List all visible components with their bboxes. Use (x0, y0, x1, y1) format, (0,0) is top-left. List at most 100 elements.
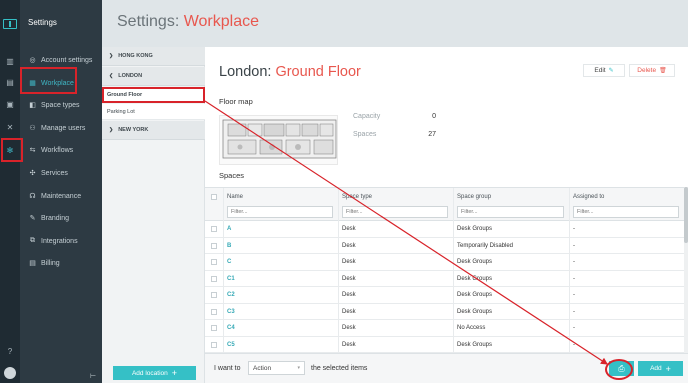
row-checkbox[interactable] (211, 242, 217, 249)
cell-assigned-to: - (573, 242, 575, 249)
bulk-action-suffix: the selected items (311, 365, 368, 372)
cell-space-group: Desk Groups (457, 275, 493, 282)
menu-item-manage-users[interactable]: ⚇ Manage users (28, 121, 102, 135)
menu-item-label: Manage users (41, 124, 86, 132)
row-checkbox[interactable] (211, 275, 217, 282)
delete-label: Delete (637, 67, 657, 74)
row-checkbox[interactable] (211, 341, 217, 348)
column-header-space-type[interactable]: Space type (342, 194, 372, 200)
delete-button[interactable]: Delete 🗑 (629, 64, 675, 77)
table-row[interactable]: C5 Desk Desk Groups - (205, 336, 688, 353)
table-row[interactable]: C3 Desk Desk Groups - (205, 303, 688, 320)
filter-space-group-input[interactable] (457, 206, 564, 218)
row-checkbox[interactable] (211, 259, 217, 265)
annotation-box-gear (1, 138, 23, 162)
table-row[interactable]: B Desk Temporarily Disabled - (205, 237, 688, 254)
menu-item-integrations[interactable]: ⧉ Integrations (28, 234, 102, 248)
scrollbar-thumb[interactable] (684, 187, 688, 243)
services-icon: ✣ (29, 170, 36, 177)
column-header-space-group[interactable]: Space group (457, 194, 491, 200)
menu-item-account-settings[interactable]: ◎ Account settings (28, 53, 102, 67)
annotation-box-ground-floor (102, 87, 205, 103)
table-row[interactable]: A Desk Desk Groups - (205, 221, 688, 238)
cell-name[interactable]: B (227, 243, 231, 249)
table-row[interactable]: C Desk Desk Groups - (205, 254, 688, 271)
action-select-value: Action (253, 364, 272, 372)
filter-space-type-input[interactable] (342, 206, 448, 218)
menu-item-workflows[interactable]: ⇆ Workflows (28, 143, 102, 157)
column-header-name[interactable]: Name (227, 194, 243, 200)
cell-name[interactable]: C1 (227, 276, 235, 282)
location-group-new-york[interactable]: ❯ NEW YORK (102, 121, 205, 140)
cell-name[interactable]: C4 (227, 325, 235, 331)
tools-icon[interactable]: ✕ (5, 123, 15, 133)
avatar[interactable] (4, 367, 16, 379)
edit-label: Edit (594, 67, 606, 74)
row-checkbox[interactable] (211, 226, 217, 232)
menu-item-label: Workflows (41, 146, 74, 154)
headset-icon: ☊ (29, 193, 36, 200)
bulk-action-prefix: I want to (214, 365, 241, 372)
location-group-label: NEW YORK (118, 127, 149, 133)
trash-icon: 🗑 (659, 68, 667, 74)
menu-item-label: Space types (41, 101, 80, 109)
table-scrollbar[interactable] (684, 187, 688, 353)
add-location-button[interactable]: Add location + (113, 366, 196, 380)
location-group-hong-kong[interactable]: ❯ HONG KONG (102, 47, 205, 66)
location-item-label: Parking Lot (107, 108, 135, 115)
billing-icon: ▤ (29, 260, 36, 267)
menu-item-label: Maintenance (41, 192, 82, 200)
floor-map-image[interactable] (219, 115, 338, 165)
page-title: Settings: Workplace (117, 13, 259, 31)
collapse-sidebar-icon[interactable]: ⊢ (90, 372, 96, 380)
cell-space-type: Desk (342, 325, 356, 331)
filter-name-input[interactable] (227, 206, 333, 218)
cell-space-type: Desk (342, 226, 356, 232)
column-divider (223, 188, 224, 354)
annotation-circle-print (605, 359, 633, 380)
help-icon[interactable]: ? (5, 347, 15, 357)
spaces-count-label: Spaces (353, 131, 377, 138)
row-checkbox[interactable] (211, 325, 217, 331)
spaces-table: Name Space type Space group Assigned to … (205, 187, 688, 354)
cell-space-group: Desk Groups (457, 226, 493, 232)
cell-assigned-to: - (573, 275, 575, 282)
floor-detail: London: Ground Floor Edit ✎ Delete 🗑 Floor… (205, 47, 688, 383)
location-group-label: HONG KONG (118, 53, 153, 59)
cell-space-group: Desk Groups (457, 259, 493, 265)
plus-icon: + (665, 363, 671, 374)
edit-button[interactable]: Edit ✎ (583, 64, 625, 77)
action-select[interactable]: Action ▾ (248, 361, 305, 375)
menu-item-branding[interactable]: ✎ Branding (28, 211, 102, 225)
location-group-london[interactable]: ❮ LONDON (102, 67, 205, 86)
cell-name[interactable]: C3 (227, 309, 235, 315)
cell-space-type: Desk (342, 242, 356, 249)
table-row[interactable]: C4 Desk No Access - (205, 320, 688, 337)
book-icon[interactable]: ▣ (5, 100, 15, 110)
menu-item-label: Account settings (41, 56, 93, 64)
location-item-parking-lot[interactable]: Parking Lot (102, 104, 205, 120)
row-checkbox[interactable] (211, 292, 217, 298)
table-row[interactable]: C1 Desk Desk Groups - (205, 270, 688, 287)
menu-item-maintenance[interactable]: ☊ Maintenance (28, 189, 102, 203)
workflow-icon: ⇆ (29, 147, 36, 154)
row-checkbox[interactable] (211, 308, 217, 315)
filter-assigned-to-input[interactable] (573, 206, 679, 218)
menu-item-services[interactable]: ✣ Services (28, 166, 102, 180)
building-icon[interactable]: ▥ (5, 57, 15, 67)
users-icon: ⚇ (29, 125, 36, 132)
select-all-checkbox[interactable] (211, 194, 217, 200)
app-logo[interactable] (3, 19, 17, 29)
branding-icon: ✎ (29, 215, 36, 222)
cell-name[interactable]: C2 (227, 292, 235, 298)
column-header-assigned-to[interactable]: Assigned to (573, 194, 604, 200)
grid-icon[interactable]: ▤ (5, 78, 15, 88)
menu-item-billing[interactable]: ▤ Billing (28, 256, 102, 270)
table-row[interactable]: C2 Desk Desk Groups - (205, 287, 688, 304)
location-group-label: LONDON (118, 73, 143, 79)
cell-name[interactable]: A (227, 226, 231, 232)
menu-item-space-types[interactable]: ◧ Space types (28, 98, 102, 112)
add-space-button[interactable]: Add + (638, 361, 683, 376)
cell-name[interactable]: C (227, 259, 231, 265)
cell-name[interactable]: C5 (227, 342, 235, 348)
